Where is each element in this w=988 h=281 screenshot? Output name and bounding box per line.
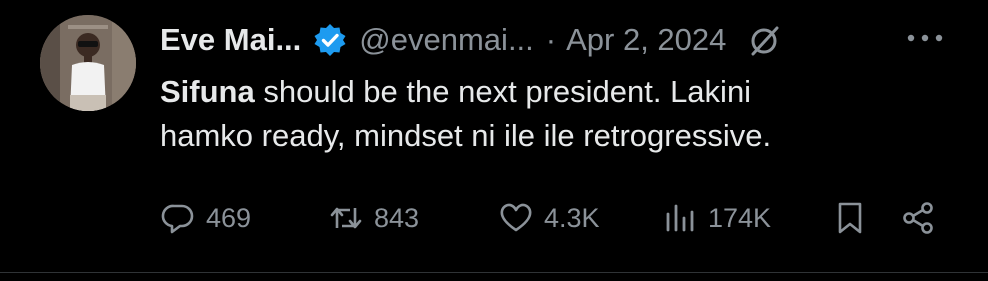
divider xyxy=(0,272,988,273)
repost-button[interactable]: 843 xyxy=(328,196,419,240)
view-count: 174K xyxy=(708,202,772,233)
text-line1-rest: should be the next president. Lakini xyxy=(254,74,752,109)
share-icon xyxy=(903,202,933,234)
repost-icon xyxy=(330,207,362,229)
reply-count: 469 xyxy=(206,202,252,233)
separator-dot: · xyxy=(545,22,557,57)
more-horizontal-icon[interactable] xyxy=(905,28,945,48)
tweet-text-line-1: Sifuna should be the next president. Lak… xyxy=(160,70,960,114)
tweet-text-line-2: hamko ready, mindset ni ile ile retrogre… xyxy=(160,118,772,153)
repost-count: 843 xyxy=(374,202,420,233)
views-button[interactable]: 174K xyxy=(662,196,771,240)
bookmark-button[interactable] xyxy=(832,196,868,240)
bold-name: Sifuna xyxy=(160,74,255,109)
like-button[interactable]: 4.3K xyxy=(498,196,600,240)
grok-slash-icon[interactable] xyxy=(748,23,782,57)
heart-icon xyxy=(500,203,532,232)
tweet[interactable]: Eve Mai... @evenmai... · Apr 2, 2024 Sif… xyxy=(0,0,988,281)
reply-button[interactable]: 469 xyxy=(160,196,251,240)
analytics-icon xyxy=(666,204,694,232)
tweet-text: Sifuna should be the next president. Lak… xyxy=(160,70,960,158)
author-name[interactable]: Eve Mai... xyxy=(160,20,301,60)
tweet-header: Eve Mai... @evenmai... · Apr 2, 2024 xyxy=(160,20,782,60)
avatar[interactable] xyxy=(40,15,136,111)
reply-icon xyxy=(161,204,194,234)
like-count: 4.3K xyxy=(544,202,600,233)
bookmark-icon xyxy=(838,202,862,234)
tweet-date[interactable]: Apr 2, 2024 xyxy=(566,20,726,60)
action-bar: 469 843 4.3K 174K xyxy=(160,196,960,240)
author-handle[interactable]: @evenmai... xyxy=(359,20,533,60)
verified-badge-icon xyxy=(313,23,347,57)
share-button[interactable] xyxy=(900,196,936,240)
